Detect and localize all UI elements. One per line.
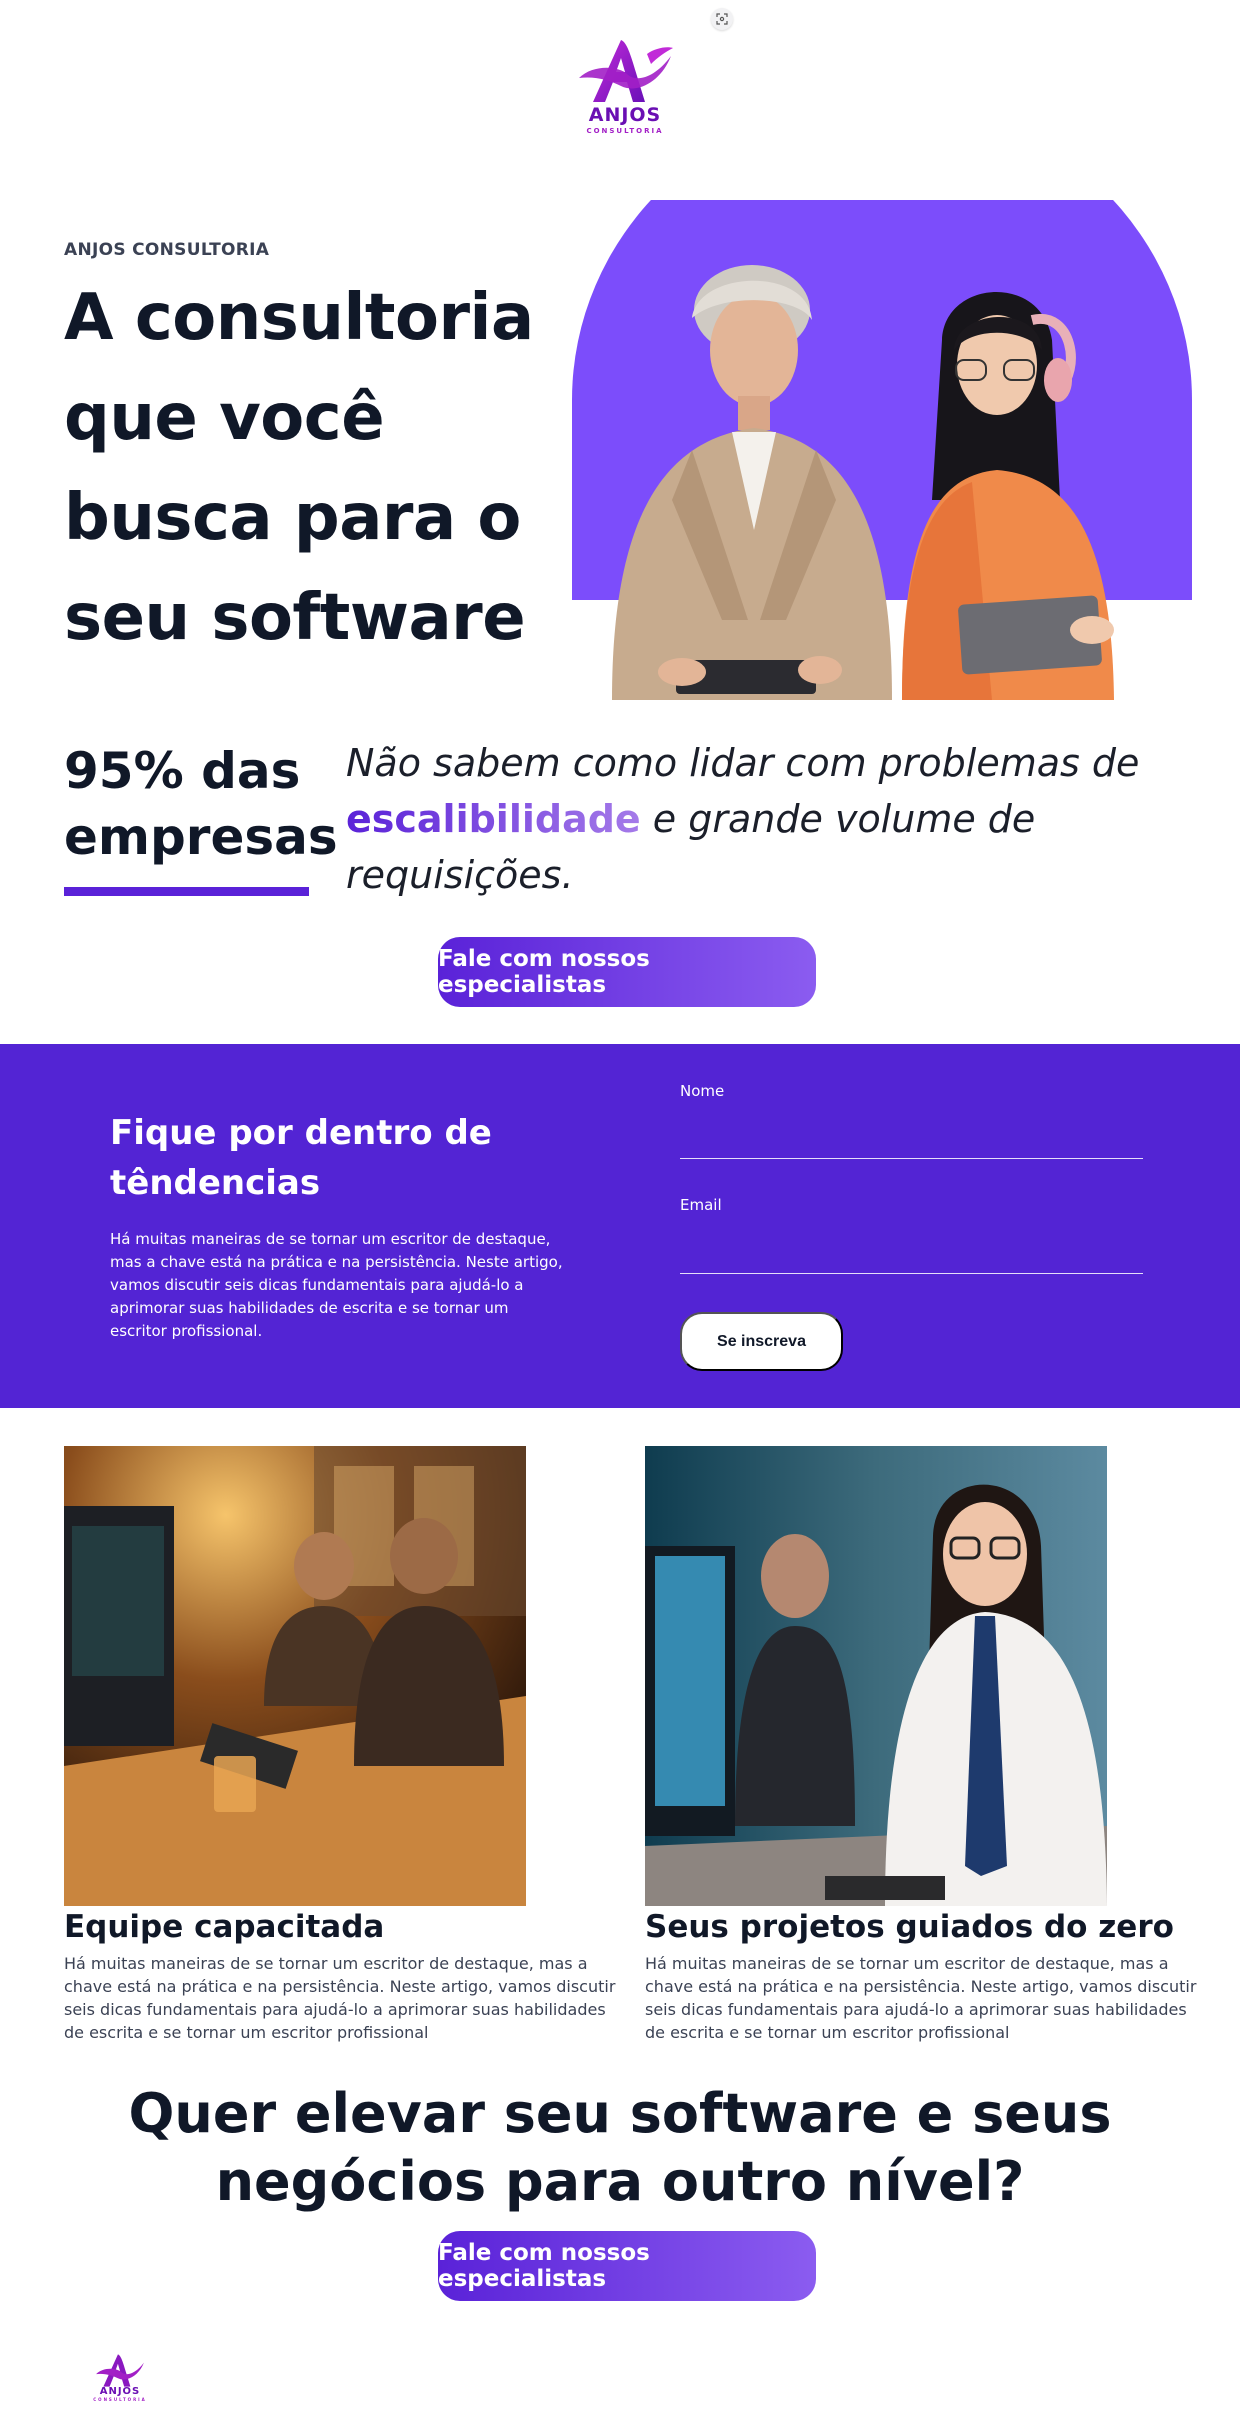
- card-description: Há muitas maneiras de se tornar um escri…: [645, 1954, 1197, 2042]
- stat-line: empresas: [64, 808, 338, 866]
- hero-title-line: A consultoria: [64, 281, 534, 355]
- visual-search-button[interactable]: [711, 8, 733, 30]
- quote-text: Não sabem como lidar com problemas de: [346, 741, 1140, 785]
- team-photo: [64, 1446, 526, 1906]
- final-cta-title: Quer elevar seu software e seus negócios…: [100, 2080, 1140, 2216]
- contact-specialists-button[interactable]: Fale com nossos especialistas: [438, 2231, 816, 2301]
- name-field-underline: [680, 1158, 1143, 1159]
- final-title-line: negócios para outro nível?: [215, 2150, 1025, 2213]
- hero-title-line: que você: [64, 381, 385, 455]
- card-title: Seus projetos guiados do zero: [645, 1909, 1174, 1945]
- email-field[interactable]: [680, 1238, 1143, 1272]
- hero-title-line: seu software: [64, 581, 526, 655]
- lens-icon: [716, 13, 728, 25]
- newsletter-title: Fique por dentro de têndencias: [110, 1108, 530, 1208]
- email-field-underline: [680, 1273, 1143, 1274]
- hero-eyebrow: ANJOS CONSULTORIA: [64, 240, 270, 260]
- newsletter-title-line: têndencias: [110, 1163, 321, 1203]
- header-logo[interactable]: ANJOS CONSULTORIA: [570, 36, 680, 146]
- name-field[interactable]: [680, 1124, 1143, 1158]
- card-description: Há muitas maneiras de se tornar um escri…: [64, 1954, 616, 2042]
- angel-a-logo-icon: [579, 40, 673, 102]
- hero-illustration: [572, 200, 1192, 700]
- stat-underline-divider: [64, 887, 309, 896]
- logo-subtitle: CONSULTORIA: [93, 2397, 147, 2402]
- hero-title: A consultoria que você busca para o seu …: [64, 268, 584, 668]
- stat-quote: Não sabem como lidar com problemas de es…: [346, 735, 1176, 903]
- logo-wordmark: ANJOS: [99, 2386, 141, 2397]
- project-photo: [645, 1446, 1107, 1906]
- card-title: Equipe capacitada: [64, 1909, 385, 1945]
- subscribe-button[interactable]: Se inscreva: [680, 1312, 843, 1371]
- newsletter-title-line: Fique por dentro de: [110, 1113, 492, 1153]
- stat-line: 95% das: [64, 742, 301, 800]
- angel-a-logo-icon: [96, 2354, 144, 2387]
- newsletter-section: Fique por dentro de têndencias Há muitas…: [0, 1044, 1240, 1408]
- footer-logo[interactable]: ANJOS CONSULTORIA: [88, 2352, 152, 2414]
- newsletter-description: Há muitas maneiras de se tornar um escri…: [110, 1230, 563, 1340]
- logo-subtitle: CONSULTORIA: [586, 127, 664, 135]
- contact-specialists-button[interactable]: Fale com nossos especialistas: [438, 937, 816, 1007]
- email-field-label: Email: [680, 1196, 722, 1214]
- stat-heading: 95% das empresas: [64, 738, 338, 870]
- final-title-line: Quer elevar seu software e seus: [128, 2082, 1112, 2145]
- quote-highlight: escalibilidade: [346, 797, 641, 841]
- name-field-label: Nome: [680, 1082, 725, 1100]
- hero-title-line: busca para o: [64, 481, 521, 555]
- logo-wordmark: ANJOS: [588, 104, 662, 126]
